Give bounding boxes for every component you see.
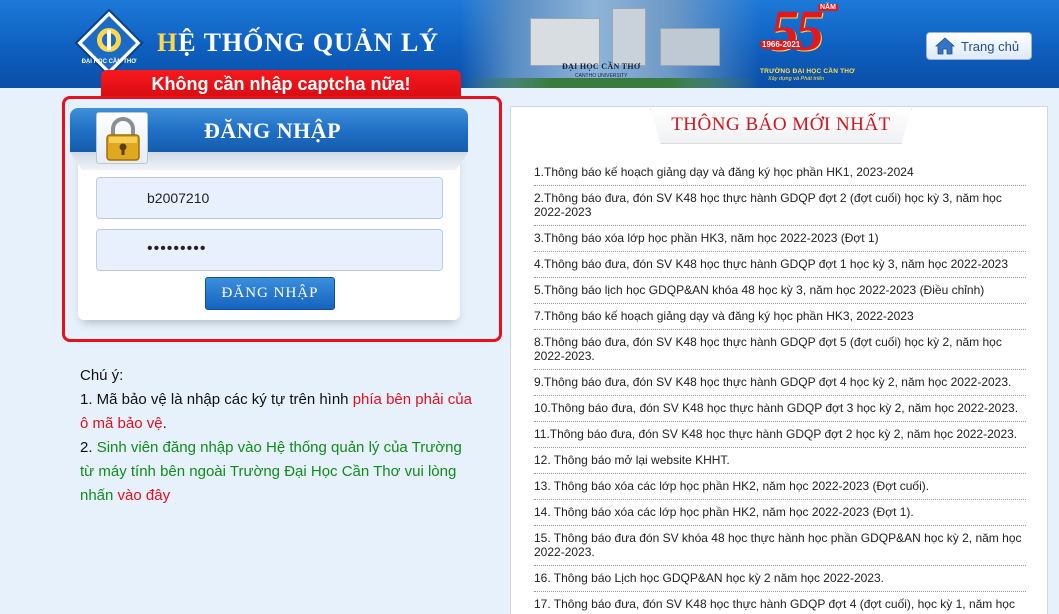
announcements-list: 1.Thông báo kế hoạch giảng dạy và đăng k…: [534, 160, 1026, 614]
anniversary-emblem: 55 NĂM 1966-2021 TRƯỜNG ĐẠI HỌC CẦN THƠ …: [760, 0, 855, 82]
external-login-link[interactable]: vào đây: [118, 487, 171, 504]
announcement-link[interactable]: 8.Thông báo đưa, đón SV K48 học thực hàn…: [534, 330, 1026, 370]
campus-lawn: [460, 78, 760, 88]
svg-text:ĐẠI HỌC CẦN THƠ: ĐẠI HỌC CẦN THƠ: [82, 58, 138, 65]
announcement-link[interactable]: 3.Thông báo xóa lớp học phần HK3, năm họ…: [534, 226, 1026, 252]
announcement-link[interactable]: 4.Thông báo đưa, đón SV K48 học thực hàn…: [534, 252, 1026, 278]
announcement-link[interactable]: 11.Thông báo đưa, đón SV K48 học thực hà…: [534, 422, 1026, 448]
username-input[interactable]: b2007210: [96, 177, 443, 219]
campus-sign: ĐẠI HỌC CẦN THƠ: [562, 62, 641, 71]
announcement-link[interactable]: 9.Thông báo đưa, đón SV K48 học thực hàn…: [534, 370, 1026, 396]
login-title: ĐĂNG NHẬP: [204, 118, 342, 143]
announcement-link[interactable]: 7.Thông báo kế hoạch giảng dạy và đăng k…: [534, 304, 1026, 330]
announcement-link[interactable]: 5.Thông báo lịch học GDQP&AN khóa 48 học…: [534, 278, 1026, 304]
announcement-link[interactable]: 1.Thông báo kế hoạch giảng dạy và đăng k…: [534, 160, 1026, 186]
announcement-link[interactable]: 2.Thông báo đưa, đón SV K48 học thực hàn…: [534, 186, 1026, 226]
announcement-link[interactable]: 10.Thông báo đưa, đón SV K48 học thực hà…: [534, 396, 1026, 422]
home-button[interactable]: Trang chủ: [926, 32, 1032, 60]
announcement-link[interactable]: 16. Thông báo Lịch học GDQP&AN học kỳ 2 …: [534, 566, 1026, 592]
home-icon: [935, 37, 955, 55]
announcement-link[interactable]: 14. Thông báo xóa các lớp học phần HK2, …: [534, 500, 1026, 526]
note-1: 1. Mã bảo vệ là nhập các ký tự trên hình…: [80, 391, 472, 432]
announcements-title: THÔNG BÁO MỚI NHẤT: [671, 114, 891, 135]
lock-badge: [96, 112, 148, 164]
notes-heading: Chú ý:: [80, 367, 124, 384]
login-submit-button[interactable]: ĐĂNG NHẬP: [205, 277, 335, 310]
site-title: HỆ THỐNG QUẢN LÝ: [157, 28, 440, 57]
login-notes: Chú ý: 1. Mã bảo vệ là nhập các ký tự tr…: [80, 364, 480, 508]
campus-building: [530, 18, 600, 66]
announcement-link[interactable]: 13. Thông báo xóa các lớp học phần HK2, …: [534, 474, 1026, 500]
padlock-icon: [106, 117, 140, 161]
announcement-link[interactable]: 15. Thông báo đưa đón SV khóa 48 học thự…: [534, 526, 1026, 566]
campus-sign-sub: CANTHO UNIVERSITY: [575, 73, 628, 79]
campus-tower: [612, 8, 646, 66]
captcha-ribbon: Không cần nhập captcha nữa!: [101, 70, 461, 98]
announcement-link[interactable]: 12. Thông báo mở lại website KHHT.: [534, 448, 1026, 474]
campus-building: [660, 28, 720, 66]
note-2: 2. Sinh viên đăng nhập vào Hệ thống quản…: [80, 439, 462, 504]
password-input[interactable]: •••••••••: [96, 229, 443, 271]
university-logo: ĐẠI HỌC CẦN THƠ: [74, 8, 144, 78]
announcement-link[interactable]: 17. Thông báo đưa, đón SV K48 học thực h…: [534, 592, 1026, 614]
